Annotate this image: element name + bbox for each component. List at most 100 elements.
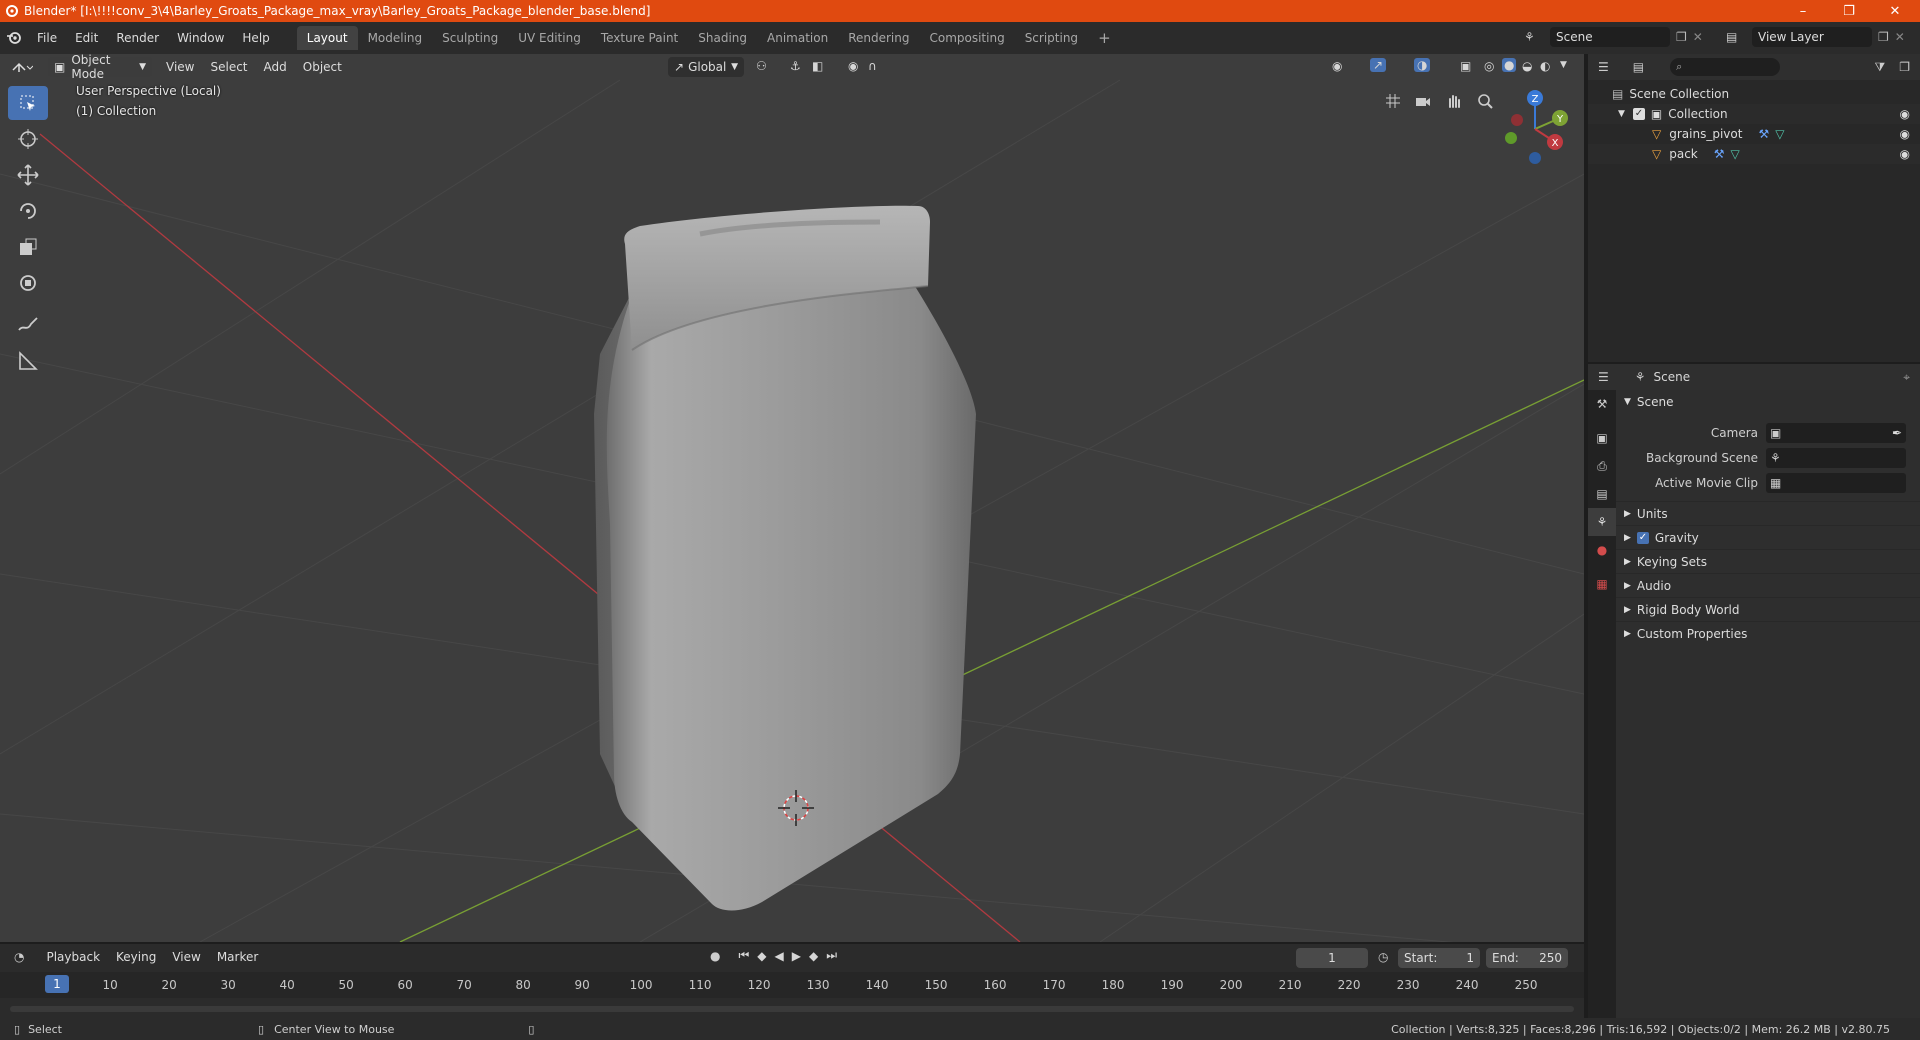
pivot-icon[interactable]: ⚇ (756, 59, 767, 73)
outliner-scene-collection[interactable]: ▤ Scene Collection (1588, 84, 1920, 104)
outliner-editor-icon[interactable]: ☰ (1598, 60, 1609, 74)
cursor-tool[interactable] (8, 122, 48, 156)
menu-edit[interactable]: Edit (66, 27, 107, 49)
tab-rendering[interactable]: Rendering (838, 26, 919, 50)
menu-marker[interactable]: Marker (209, 947, 266, 967)
modifier-wrench-icon[interactable]: ⚒ (1758, 127, 1769, 141)
proportional-edit-icon[interactable]: ◉ (848, 59, 858, 73)
jump-keyframe-back-icon[interactable]: ◆ (757, 949, 766, 963)
new-collection-icon[interactable]: ❐ (1899, 60, 1910, 74)
play-reverse-icon[interactable]: ◀ (775, 949, 784, 963)
start-frame-field[interactable]: Start: 1 (1398, 948, 1480, 968)
overlay-toggle-icon[interactable]: ◑ (1414, 58, 1431, 72)
mode-selector[interactable]: ▣ Object Mode ▼ (48, 54, 152, 81)
units-panel-header[interactable]: ▶ Units (1616, 501, 1920, 525)
menu-playback[interactable]: Playback (38, 947, 108, 967)
toggle-view-grid-icon[interactable] (1380, 88, 1406, 114)
audio-panel-header[interactable]: ▶ Audio (1616, 573, 1920, 597)
tab-compositing[interactable]: Compositing (919, 26, 1014, 50)
menu-object[interactable]: Object (295, 57, 350, 77)
eye-icon[interactable]: ◉ (1900, 107, 1910, 121)
outliner-collection[interactable]: ▼ ✓ ▣ Collection ◉ (1588, 104, 1920, 124)
tab-layout[interactable]: Layout (296, 26, 358, 50)
tab-texture-paint[interactable]: Texture Paint (591, 26, 688, 50)
new-scene-icon[interactable]: ❐ (1676, 30, 1687, 44)
stopwatch-icon[interactable]: ◷ (1378, 950, 1388, 964)
scale-tool[interactable] (8, 230, 48, 264)
menu-file[interactable]: File (28, 27, 66, 49)
pan-view-icon[interactable] (1441, 88, 1467, 114)
eye-icon[interactable]: ◉ (1900, 127, 1910, 141)
outliner-object-grains-pivot[interactable]: ▽ grains_pivot ⚒ ▽ ◉ (1588, 124, 1920, 144)
output-tab[interactable]: ⎙ (1588, 452, 1616, 480)
jump-start-icon[interactable]: ⏮ (738, 948, 749, 963)
keying-sets-panel-header[interactable]: ▶ Keying Sets (1616, 549, 1920, 573)
record-icon[interactable]: ● (710, 949, 720, 963)
menu-view[interactable]: View (158, 57, 202, 77)
scene-icon[interactable]: ⚘ (1524, 30, 1550, 44)
outliner-object-pack[interactable]: ▽ pack ⚒ ▽ ◉ (1588, 144, 1920, 164)
eye-icon[interactable]: ◉ (1900, 147, 1910, 161)
menu-select[interactable]: Select (202, 57, 255, 77)
snap-icon[interactable]: ⚓ (790, 59, 801, 73)
menu-render[interactable]: Render (107, 27, 168, 49)
rotate-tool[interactable] (8, 194, 48, 228)
editor-type-icon[interactable] (0, 60, 44, 74)
gravity-panel-header[interactable]: ▶ ✓ Gravity (1616, 525, 1920, 549)
properties-editor-icon[interactable]: ☰ (1598, 370, 1609, 384)
view-layer-tab[interactable]: ▤ (1588, 480, 1616, 508)
outliner-search-input[interactable]: ⌕ (1670, 58, 1781, 76)
pin-icon[interactable]: ⌖ (1903, 370, 1910, 385)
tab-sculpting[interactable]: Sculpting (432, 26, 508, 50)
select-box-tool[interactable] (8, 86, 48, 120)
timeline-editor-icon[interactable]: ◔ (14, 950, 24, 964)
texture-tab[interactable]: ▦ (1588, 570, 1616, 598)
collection-checkbox[interactable]: ✓ (1632, 108, 1645, 120)
gravity-checkbox[interactable]: ✓ (1636, 531, 1649, 544)
background-scene-field[interactable]: ⚘ (1766, 447, 1906, 468)
tab-scripting[interactable]: Scripting (1015, 26, 1088, 50)
end-frame-field[interactable]: End: 250 (1486, 948, 1568, 968)
play-icon[interactable]: ▶ (792, 949, 801, 963)
visibility-icon[interactable]: ◉ (1332, 59, 1342, 73)
filter-icon[interactable]: ⧩ (1875, 60, 1886, 75)
display-mode-icon[interactable]: ▤ (1633, 60, 1644, 74)
3d-viewport[interactable]: ▣ Object Mode ▼ View Select Add Object ↗… (0, 54, 1584, 942)
close-window-button[interactable]: ✕ (1872, 0, 1918, 22)
modifier-wrench-icon[interactable]: ⚒ (1714, 147, 1725, 161)
scene-panel-header[interactable]: ▼ Scene (1616, 390, 1920, 414)
delete-view-layer-icon[interactable]: ✕ (1895, 30, 1905, 44)
blender-menu-icon[interactable] (0, 31, 28, 45)
mesh-data-icon[interactable]: ▽ (1731, 147, 1740, 161)
minimize-button[interactable]: – (1780, 0, 1826, 22)
render-tab[interactable]: ▣ (1588, 424, 1616, 452)
transform-tool[interactable] (8, 266, 48, 300)
menu-help[interactable]: Help (233, 27, 278, 49)
expand-arrow-icon[interactable]: ▼ (1618, 109, 1625, 119)
snap-target-icon[interactable]: ◧ (812, 59, 823, 73)
tab-animation[interactable]: Animation (757, 26, 838, 50)
scene-selector[interactable]: Scene (1550, 27, 1670, 47)
add-workspace-button[interactable]: + (1088, 26, 1121, 50)
annotate-tool[interactable] (8, 308, 48, 342)
jump-keyframe-forward-icon[interactable]: ◆ (809, 949, 818, 963)
camera-view-icon[interactable] (1410, 88, 1436, 114)
menu-add[interactable]: Add (256, 57, 295, 77)
rendered-shading-icon[interactable]: ◐ (1540, 59, 1550, 73)
menu-keying[interactable]: Keying (108, 947, 164, 967)
view-layer-icon[interactable]: ▤ (1726, 30, 1752, 44)
delete-scene-icon[interactable]: ✕ (1693, 30, 1703, 44)
mesh-data-icon[interactable]: ▽ (1775, 127, 1784, 141)
xray-icon[interactable]: ▣ (1460, 59, 1471, 73)
transform-orientation-selector[interactable]: ↗ Global ▼ (668, 57, 744, 77)
chevron-down-icon[interactable]: ▼ (1560, 60, 1567, 70)
falloff-icon[interactable]: ∩ (868, 59, 877, 73)
gizmo-toggle-icon[interactable]: ↗ (1370, 58, 1387, 72)
world-tab[interactable]: ● (1588, 536, 1616, 564)
material-shading-icon[interactable]: ◒ (1522, 59, 1532, 73)
tab-shading[interactable]: Shading (688, 26, 757, 50)
menu-window[interactable]: Window (168, 27, 233, 49)
active-movie-clip-field[interactable]: ▦ (1766, 472, 1906, 493)
camera-field[interactable]: ▣ ✒ (1766, 422, 1906, 443)
restore-button[interactable]: ❐ (1826, 0, 1872, 22)
